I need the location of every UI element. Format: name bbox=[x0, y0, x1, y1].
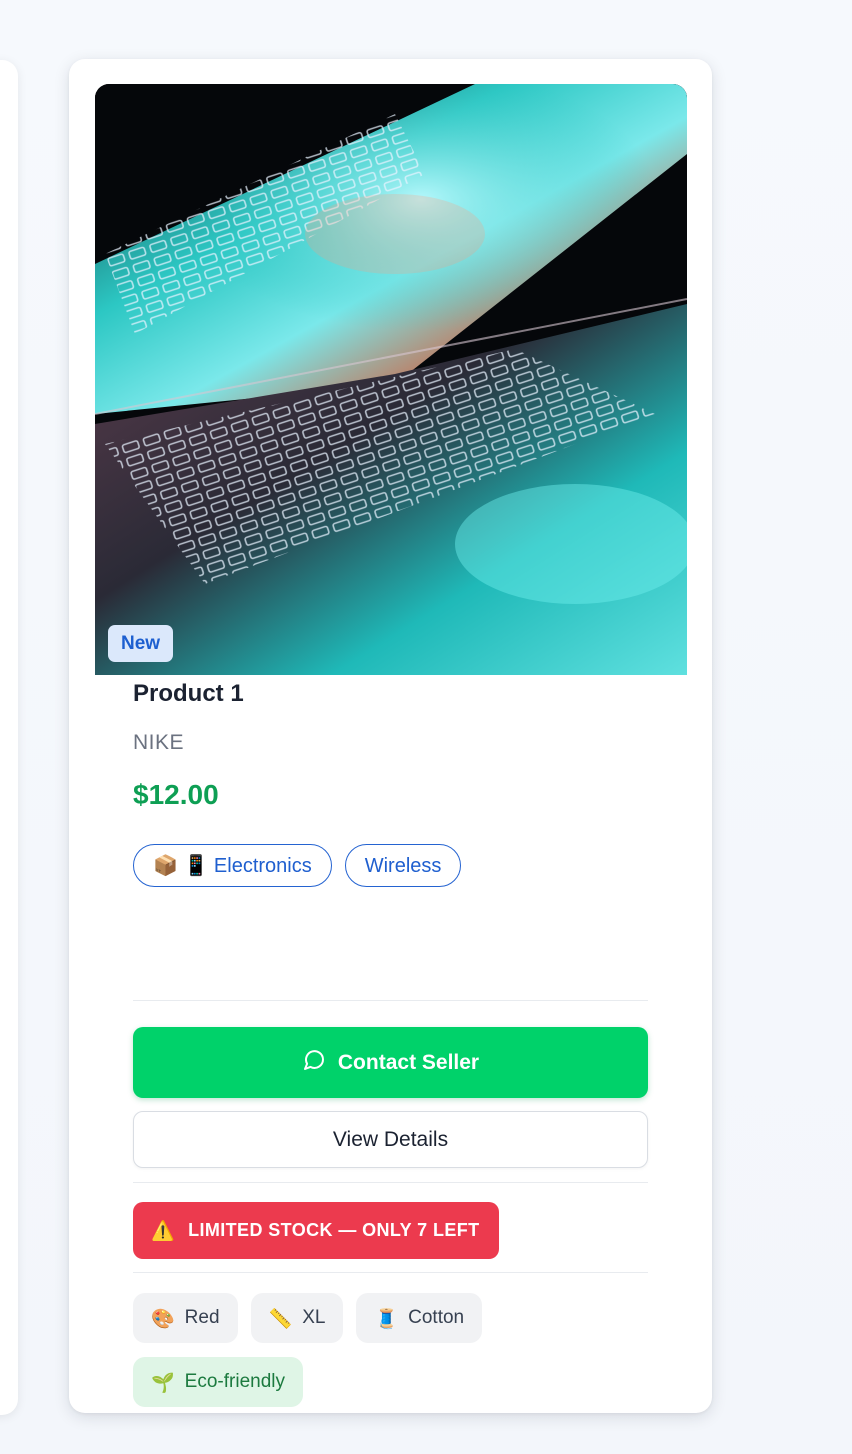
laptop-photo bbox=[95, 84, 687, 675]
product-price: $12.00 bbox=[133, 779, 219, 810]
chat-bubble-icon bbox=[302, 1048, 326, 1078]
new-badge: New bbox=[108, 625, 174, 662]
attr-material: 🧵 Cotton bbox=[356, 1293, 483, 1343]
attribute-chips: 🎨 Red 📏 XL 🧵 Cotton 🌱 Eco-friendly bbox=[133, 1293, 553, 1407]
contact-seller-button[interactable]: Contact Seller bbox=[133, 1027, 648, 1098]
palette-icon: 🎨 bbox=[151, 1307, 175, 1330]
product-title[interactable]: Product 1 bbox=[133, 675, 244, 713]
product-card: New Product 1 NIKE $12.00 📦 📱 Electronic… bbox=[69, 59, 712, 1413]
warning-icon: ⚠️ bbox=[151, 1220, 176, 1242]
product-brand: NIKE bbox=[133, 731, 185, 754]
tag-wireless[interactable]: Wireless bbox=[344, 844, 462, 887]
attr-label: Eco-friendly bbox=[184, 1371, 285, 1392]
limited-stock-alert: ⚠️ LIMITED STOCK — ONLY 7 LEFT bbox=[133, 1202, 499, 1259]
thread-icon: 🧵 bbox=[374, 1307, 399, 1330]
attr-label: XL bbox=[302, 1307, 326, 1328]
divider bbox=[133, 1000, 648, 1001]
category-tags: 📦 📱 Electronics Wireless bbox=[133, 844, 462, 887]
stock-alert-text: LIMITED STOCK — ONLY 7 LEFT bbox=[188, 1220, 480, 1240]
divider bbox=[133, 1182, 648, 1183]
seedling-icon: 🌱 bbox=[151, 1371, 175, 1394]
contact-seller-label: Contact Seller bbox=[337, 1050, 480, 1074]
divider bbox=[133, 1272, 648, 1273]
previous-product-card[interactable] bbox=[0, 60, 18, 1415]
attr-label: Red bbox=[184, 1307, 220, 1328]
attr-label: Cotton bbox=[408, 1307, 465, 1328]
tag-electronics[interactable]: 📦 📱 Electronics bbox=[133, 844, 332, 887]
attr-size: 📏 XL bbox=[250, 1293, 344, 1343]
attr-color: 🎨 Red bbox=[133, 1293, 238, 1343]
page: New Product 1 NIKE $12.00 📦 📱 Electronic… bbox=[0, 0, 852, 1454]
attr-eco-friendly: 🌱 Eco-friendly bbox=[133, 1357, 303, 1407]
product-image[interactable]: New bbox=[95, 84, 687, 675]
ruler-icon: 📏 bbox=[268, 1307, 293, 1330]
view-details-button[interactable]: View Details bbox=[133, 1111, 648, 1168]
